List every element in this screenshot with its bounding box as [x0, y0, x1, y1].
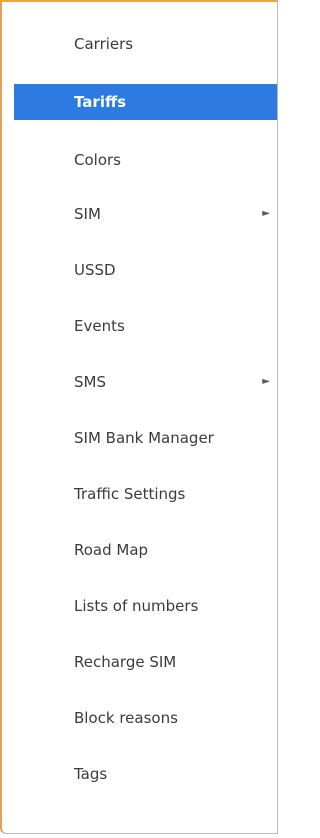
menu-item-label: Block reasons: [74, 709, 178, 727]
menu-item-road-map[interactable]: Road Map: [14, 532, 277, 568]
menu-item-label: Lists of numbers: [74, 597, 199, 615]
menu-item-label: Events: [74, 317, 125, 335]
menu-item-recharge-sim[interactable]: Recharge SIM: [14, 644, 277, 680]
menu-item-label: USSD: [74, 261, 116, 279]
menu-item-colors[interactable]: Colors: [14, 142, 277, 178]
menu-item-label: Traffic Settings: [74, 485, 186, 503]
menu-item-label: Tags: [74, 765, 108, 783]
menu-item-sim[interactable]: SIM ►: [14, 196, 277, 232]
menu-item-tariffs[interactable]: Tariffs: [14, 84, 277, 120]
menu-item-sim-bank-manager[interactable]: SIM Bank Manager: [14, 420, 277, 456]
menu-item-traffic-settings[interactable]: Traffic Settings: [14, 476, 277, 512]
triangle-right-icon: ►: [262, 376, 270, 387]
menu-item-carriers[interactable]: Carriers: [14, 26, 277, 62]
menu-item-label: Road Map: [74, 541, 149, 559]
triangle-right-icon: ►: [262, 208, 270, 219]
menu-item-label: SMS: [74, 373, 106, 391]
menu-item-label: Recharge SIM: [74, 653, 177, 671]
menu-item-label: Tariffs: [74, 93, 127, 111]
context-menu: Carriers Tariffs Colors SIM ► USSD Event…: [0, 0, 278, 834]
menu-item-sms[interactable]: SMS ►: [14, 364, 277, 400]
menu-item-block-reasons[interactable]: Block reasons: [14, 700, 277, 736]
menu-item-lists-of-numbers[interactable]: Lists of numbers: [14, 588, 277, 624]
menu-item-label: Carriers: [74, 35, 134, 53]
menu-item-events[interactable]: Events: [14, 308, 277, 344]
menu-item-ussd[interactable]: USSD: [14, 252, 277, 288]
menu-item-tags[interactable]: Tags: [14, 756, 277, 792]
menu-item-label: SIM: [74, 205, 101, 223]
menu-item-label: Colors: [74, 151, 121, 169]
menu-item-label: SIM Bank Manager: [74, 429, 214, 447]
